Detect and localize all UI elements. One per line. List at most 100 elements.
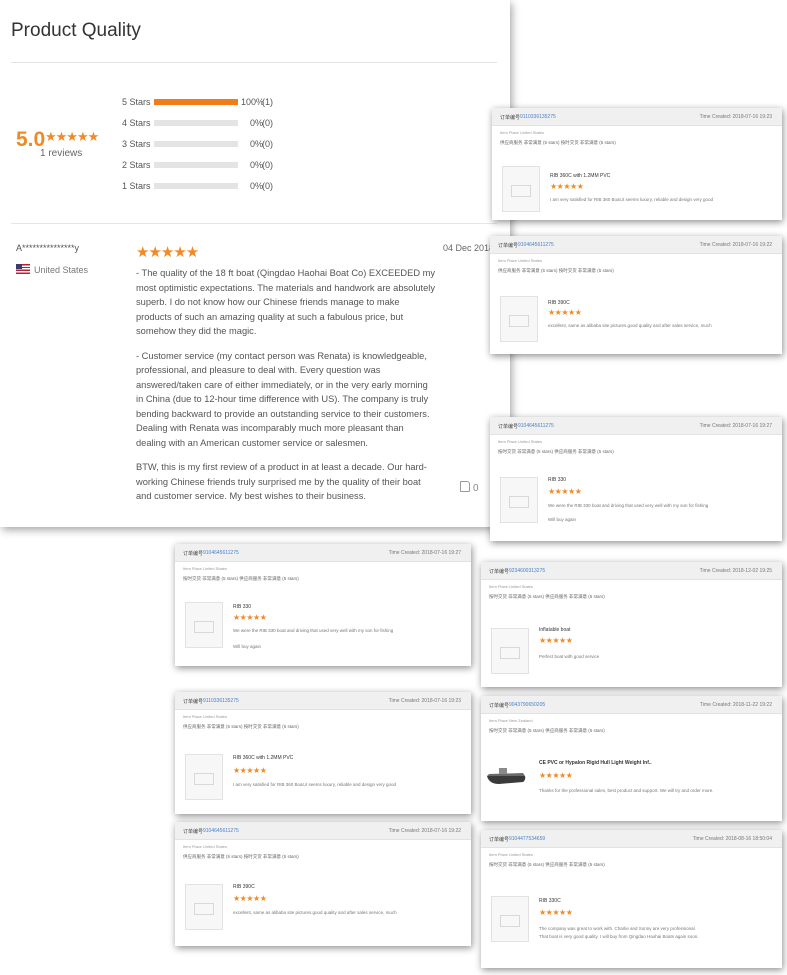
rating-percent: 100% bbox=[241, 97, 265, 107]
product-name[interactable]: RIB 360C with 1.2MM PVC bbox=[233, 755, 293, 761]
product-thumbnail[interactable] bbox=[185, 602, 223, 648]
card-header: 订单编号 9110336135275 Time Created: 2018-07… bbox=[492, 108, 782, 126]
order-review-card: 订单编号 9234600313275 Time Created: 2018-12… bbox=[481, 562, 782, 687]
review-text: That boat is very good quality. I will b… bbox=[539, 934, 699, 939]
review-text: We were the RIB 330 boat and driving tha… bbox=[233, 628, 394, 633]
reviewer-name: A***************y bbox=[16, 243, 80, 253]
rating-percent: 0% bbox=[249, 160, 263, 170]
review-text: excellent, same as alibaba site pictures… bbox=[233, 910, 397, 915]
rating-label: 5 Stars bbox=[122, 97, 151, 107]
product-name[interactable]: RIB 390C bbox=[233, 884, 255, 890]
product-name[interactable]: RIB 330 bbox=[233, 604, 251, 610]
order-label: 订单编号 bbox=[498, 424, 519, 430]
rating-label: 2 Stars bbox=[122, 160, 151, 170]
order-link[interactable]: 9104645611275 bbox=[203, 550, 239, 556]
rating-count: (0) bbox=[262, 139, 273, 149]
rating-count: (0) bbox=[262, 118, 273, 128]
card-header: 订单编号 9104645611275 Time Created: 2018-07… bbox=[175, 544, 471, 562]
order-link[interactable]: 9104645611275 bbox=[518, 242, 554, 248]
order-label: 订单编号 bbox=[498, 243, 519, 249]
product-thumbnail[interactable] bbox=[502, 166, 540, 212]
card-stars-icon: ★★★★★ bbox=[233, 766, 267, 775]
order-link[interactable]: 9104477534659 bbox=[509, 836, 545, 842]
product-name[interactable]: RIB 390C bbox=[548, 300, 570, 306]
review-text: Perfect boat with good service bbox=[539, 654, 600, 659]
order-label: 订单编号 bbox=[500, 115, 521, 121]
review-text: excellent, same as alibaba site pictures… bbox=[548, 323, 712, 328]
rating-bar bbox=[154, 183, 238, 189]
review-text: The company was great to work with. Char… bbox=[539, 926, 696, 931]
divider bbox=[11, 62, 497, 63]
order-review-card: 订单编号 9104645611275 Time Created: 2018-07… bbox=[175, 822, 471, 946]
product-name[interactable]: CE PVC or Hypalon Rigid Hull Light Weigh… bbox=[539, 760, 652, 766]
order-label: 订单编号 bbox=[183, 699, 204, 705]
rating-tags: 供应商服务 非常满意 (5 stars) 按时交货 非常满意 (5 stars) bbox=[498, 268, 614, 273]
order-review-card: 订单编号 9104645611275 Time Created: 2018-07… bbox=[490, 236, 782, 354]
order-link[interactable]: 9043790650205 bbox=[509, 702, 545, 708]
product-thumbnail[interactable] bbox=[491, 896, 529, 942]
rating-tags: 按时交货 非常满意 (5 stars) 供应商服务 非常满意 (5 stars) bbox=[489, 728, 605, 733]
rating-percent: 0% bbox=[249, 139, 263, 149]
order-link[interactable]: 9104645611275 bbox=[518, 423, 554, 429]
like-button[interactable]: 0 bbox=[460, 481, 479, 494]
seller-location: Item Place New Zealand bbox=[489, 718, 533, 723]
card-stars-icon: ★★★★★ bbox=[550, 182, 584, 191]
rating-percent: 0% bbox=[249, 118, 263, 128]
card-header: 订单编号 9104645611275 Time Created: 2018-07… bbox=[175, 822, 471, 840]
seller-location: Item Place United States bbox=[183, 714, 228, 719]
rating-count: (1) bbox=[262, 97, 273, 107]
order-link[interactable]: 9110336135275 bbox=[520, 114, 556, 120]
card-header: 订单编号 9104645611275 Time Created: 2018-07… bbox=[490, 236, 782, 254]
like-count: 0 bbox=[473, 483, 479, 494]
card-stars-icon: ★★★★★ bbox=[233, 613, 267, 622]
review-stars-icon: ★★★★★ bbox=[136, 244, 199, 261]
boat-thumbnail[interactable] bbox=[485, 762, 527, 788]
order-review-card: 订单编号 9043790650205 Time Created: 2018-11… bbox=[481, 696, 782, 821]
product-thumbnail[interactable] bbox=[185, 754, 223, 800]
rating-bar bbox=[154, 162, 238, 168]
time-created: Time Created: 2018-07-16 19:23 bbox=[388, 698, 461, 704]
reviewer-country: United States bbox=[34, 265, 89, 275]
card-stars-icon: ★★★★★ bbox=[548, 308, 582, 317]
rating-label: 1 Stars bbox=[122, 181, 151, 191]
card-header: 订单编号 9234600313275 Time Created: 2018-12… bbox=[481, 562, 782, 580]
us-flag-icon bbox=[16, 264, 30, 274]
order-label: 订单编号 bbox=[489, 837, 510, 843]
order-label: 订单编号 bbox=[183, 551, 204, 557]
rating-bar bbox=[154, 120, 238, 126]
order-link[interactable]: 9110336135275 bbox=[203, 698, 239, 704]
product-thumbnail[interactable] bbox=[500, 477, 538, 523]
rating-percent: 0% bbox=[249, 181, 263, 191]
review-text: Thanks for the professional sales, best … bbox=[539, 788, 714, 793]
seller-location: Item Place United States bbox=[489, 584, 534, 589]
rating-tags: 供应商服务 非常满意 (5 stars) 按时交货 非常满意 (5 stars) bbox=[183, 854, 299, 859]
order-label: 订单编号 bbox=[183, 829, 204, 835]
seller-location: Item Place United States bbox=[183, 844, 228, 849]
order-link[interactable]: 9104645611275 bbox=[203, 828, 239, 834]
card-header: 订单编号 9110336135275 Time Created: 2018-07… bbox=[175, 692, 471, 710]
order-review-card: 订单编号 9104645611275 Time Created: 2018-07… bbox=[490, 417, 782, 541]
seller-location: Item Place United States bbox=[498, 258, 543, 263]
review-paragraph: - The quality of the 18 ft boat (Qingdao… bbox=[136, 268, 436, 336]
order-label: 订单编号 bbox=[489, 569, 510, 575]
seller-location: Item Place United States bbox=[183, 566, 228, 571]
review-text: I am very satisfied for RIB 360 Boat,it … bbox=[550, 197, 713, 202]
order-link[interactable]: 9234600313275 bbox=[509, 568, 545, 574]
product-name[interactable]: RIB 360C with 1.2MM PVC bbox=[550, 173, 610, 179]
card-header: 订单编号 9104477534659 Time Created: 2018-08… bbox=[481, 830, 782, 848]
time-created: Time Created: 2018-07-16 19:23 bbox=[699, 114, 772, 120]
rating-tags: 按时交货 非常满意 (5 stars) 供应商服务 非常满意 (5 stars) bbox=[498, 449, 614, 454]
card-header: 订单编号 9104645611275 Time Created: 2018-07… bbox=[490, 417, 782, 435]
product-name[interactable]: Inflatable boat bbox=[539, 627, 570, 633]
review-text: I am very satisfied for RIB 360 Boat,it … bbox=[233, 782, 396, 787]
product-thumbnail[interactable] bbox=[491, 628, 529, 674]
order-review-card: 订单编号 9104645611275 Time Created: 2018-07… bbox=[175, 544, 471, 666]
reviews-count: 1 reviews bbox=[40, 148, 83, 159]
product-name[interactable]: RIB 330 bbox=[548, 477, 566, 483]
product-thumbnail[interactable] bbox=[185, 884, 223, 930]
product-name[interactable]: RIB 330C bbox=[539, 898, 561, 904]
rating-count: (0) bbox=[262, 160, 273, 170]
rating-tags: 按时交货 非常满意 (5 stars) 供应商服务 非常满意 (5 stars) bbox=[183, 576, 299, 581]
product-thumbnail[interactable] bbox=[500, 296, 538, 342]
review-text: Will buy again bbox=[233, 644, 262, 649]
